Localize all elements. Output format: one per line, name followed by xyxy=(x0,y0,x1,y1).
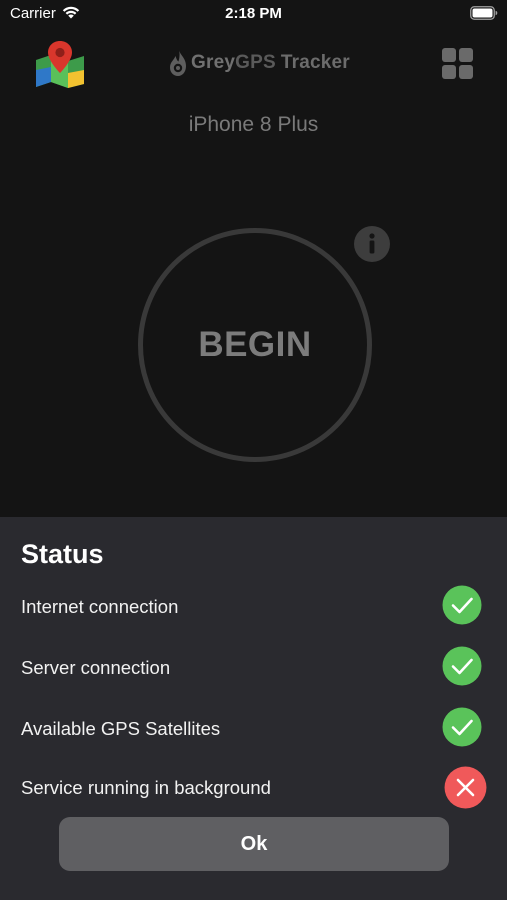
status-item-label: Available GPS Satellites xyxy=(21,718,221,739)
device-name: iPhone 8 Plus xyxy=(188,113,319,136)
brand-flame-icon xyxy=(170,50,186,76)
app-screen: Carrier 2:18 PM Grey GPS Tracker iPhone … xyxy=(0,0,507,900)
status-item-label: Service running in background xyxy=(21,777,271,798)
brand-name-tracker: Tracker xyxy=(280,52,350,73)
status-item-background-service: Service running in background xyxy=(21,766,491,810)
brand-name-gps: GPS xyxy=(235,52,276,73)
info-icon[interactable] xyxy=(353,225,391,263)
check-icon xyxy=(442,707,482,747)
status-sheet: Status Internet connection Server connec… xyxy=(0,517,507,900)
grid-menu-icon[interactable] xyxy=(441,47,474,80)
status-item-label: Server connection xyxy=(21,657,171,678)
status-item-label: Internet connection xyxy=(21,596,179,617)
ok-button[interactable]: Ok xyxy=(59,817,449,871)
status-title: Status xyxy=(21,539,104,569)
begin-button[interactable]: BEGIN xyxy=(138,228,372,462)
brand-name-grey: Grey xyxy=(191,52,236,73)
cross-icon xyxy=(444,766,487,809)
app-brand-logo: Grey GPS Tracker xyxy=(168,46,350,80)
status-item-server: Server connection xyxy=(21,646,491,690)
begin-button-label: BEGIN xyxy=(198,325,312,364)
battery-icon xyxy=(470,6,498,20)
map-pin-icon[interactable] xyxy=(34,40,86,88)
status-item-internet: Internet connection xyxy=(21,585,491,629)
status-item-gps: Available GPS Satellites xyxy=(21,707,491,751)
clock: 2:18 PM xyxy=(225,5,282,22)
check-icon xyxy=(442,646,482,686)
check-icon xyxy=(442,585,482,625)
status-bar: Carrier 2:18 PM xyxy=(0,0,507,28)
